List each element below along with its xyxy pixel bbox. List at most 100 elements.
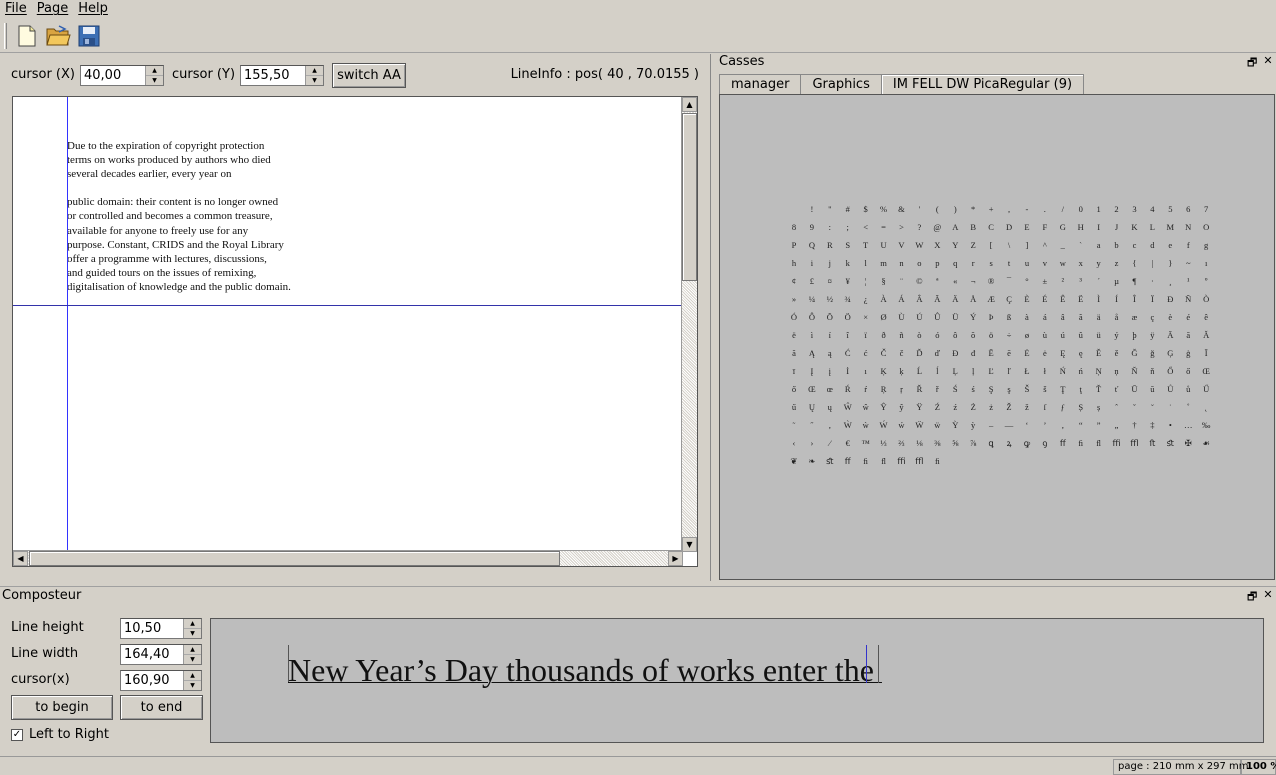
tab-manager[interactable]: manager (719, 74, 802, 94)
glyph-cell[interactable]: ¬ (964, 272, 982, 290)
glyph-cell[interactable]: ē (1000, 344, 1018, 362)
glyph-cell[interactable]: ê (1197, 308, 1215, 326)
glyph-cell[interactable]: Ą (803, 344, 821, 362)
glyph-cell[interactable]: ﬀ (839, 452, 857, 470)
glyph-cell[interactable]: § (875, 272, 893, 290)
glyph-cell[interactable]: ų (821, 398, 839, 416)
glyph-cell[interactable]: " (821, 200, 839, 218)
glyph-cell[interactable]: ş (1000, 380, 1018, 398)
glyph-cell[interactable]: ˛ (1197, 398, 1215, 416)
cursor-y-spinbox[interactable]: 155,50 ▲ ▼ (240, 65, 324, 86)
glyph-cell[interactable]: ¥ (839, 272, 857, 290)
vertical-scroll-thumb[interactable] (682, 113, 697, 281)
glyph-cell[interactable]: Ě (1090, 344, 1108, 362)
glyph-cell[interactable]: ï (857, 326, 875, 344)
glyph-cell[interactable]: ù (1036, 326, 1054, 344)
glyph-cell[interactable]: ì (803, 326, 821, 344)
glyph-cell[interactable]: € (839, 434, 857, 452)
glyph-cell[interactable]: # (839, 200, 857, 218)
glyph-cell[interactable]: Ű (1197, 380, 1215, 398)
glyph-cell[interactable]: © (910, 272, 928, 290)
glyph-cell[interactable]: ü (1090, 326, 1108, 344)
glyph-cell[interactable]: Ș (1072, 398, 1090, 416)
glyph-cell[interactable]: î (839, 326, 857, 344)
glyph-cell[interactable]: † (1126, 416, 1144, 434)
menu-page[interactable]: Page (32, 0, 73, 18)
glyph-cell[interactable]: ﬆ (821, 452, 839, 470)
glyph-cell[interactable]: 3 (1126, 200, 1144, 218)
glyph-cell[interactable]: ö (982, 326, 1000, 344)
glyph-cell[interactable]: „ (1108, 416, 1126, 434)
glyph-cell[interactable]: Ņ (1090, 362, 1108, 380)
glyph-cell[interactable]: v (1036, 254, 1054, 272)
glyph-cell[interactable]: ’ (1036, 416, 1054, 434)
glyph-cell[interactable]: ř (928, 380, 946, 398)
glyph-cell[interactable]: f (1179, 236, 1197, 254)
glyph-cell[interactable]: ½ (821, 290, 839, 308)
glyph-cell[interactable]: Ļ (946, 362, 964, 380)
glyph-cell[interactable]: Ò (1197, 290, 1215, 308)
glyph-cell[interactable]: ú (1054, 326, 1072, 344)
menu-help[interactable]: Help (73, 0, 113, 18)
glyph-cell[interactable]: ŵ (857, 398, 875, 416)
glyph-cell[interactable]: ꝗ (982, 434, 1000, 452)
glyph-cell[interactable]: 4 (1143, 200, 1161, 218)
glyph-cell[interactable]: : (821, 218, 839, 236)
glyph-cell[interactable] (1054, 452, 1072, 470)
glyph-cell[interactable]: Ç (1000, 290, 1018, 308)
spin-down-icon[interactable]: ▼ (184, 629, 201, 638)
glyph-cell[interactable]: e (1161, 236, 1179, 254)
tab-font-case[interactable]: IM FELL DW PicaRegular (9) (880, 74, 1085, 94)
composteur-cursor-x-spinbox[interactable]: 160,90 ▲ ▼ (120, 670, 202, 691)
open-button[interactable] (44, 22, 72, 50)
glyph-cell[interactable]: Z (964, 236, 982, 254)
glyph-cell[interactable]: , (1000, 200, 1018, 218)
scroll-up-icon[interactable]: ▲ (682, 97, 697, 112)
glyph-cell[interactable]: Ĺ (910, 362, 928, 380)
glyph-cell[interactable]: Ó (785, 308, 803, 326)
ltr-checkbox[interactable]: ✓ (11, 729, 23, 741)
glyph-cell[interactable]: Ŵ (839, 398, 857, 416)
glyph-cell[interactable]: æ (1126, 308, 1144, 326)
save-button[interactable] (75, 22, 103, 50)
glyph-cell[interactable]: Œ (803, 380, 821, 398)
glyph-cell[interactable]: · (1143, 272, 1161, 290)
glyph-cell[interactable]: ‘ (1018, 416, 1036, 434)
glyph-cell[interactable]: M (1161, 218, 1179, 236)
glyph-cell[interactable]: ‚ (1054, 416, 1072, 434)
glyph-cell[interactable]: ] (1018, 236, 1036, 254)
glyph-cell[interactable]: ů (1179, 380, 1197, 398)
glyph-cell[interactable]: Ā (1161, 326, 1179, 344)
glyph-cell[interactable]: + (982, 200, 1000, 218)
glyph-cell[interactable]: Ỳ (946, 416, 964, 434)
glyph-cell[interactable]: É (1036, 290, 1054, 308)
glyph-cell[interactable]: Â (910, 290, 928, 308)
glyph-cell[interactable]: c (1126, 236, 1144, 254)
glyph-cell[interactable]: 8 (785, 218, 803, 236)
scroll-down-icon[interactable]: ▼ (682, 537, 697, 552)
glyph-cell[interactable]: ø (1018, 326, 1036, 344)
glyph-cell[interactable]: R (821, 236, 839, 254)
glyph-cell[interactable]: ¢ (785, 272, 803, 290)
glyph-cell[interactable] (1090, 452, 1108, 470)
glyph-cell[interactable]: ã (1072, 308, 1090, 326)
glyph-cell[interactable]: Ø (875, 308, 893, 326)
glyph-cell[interactable]: ẁ (857, 416, 875, 434)
glyph-cell[interactable]: Ś (946, 380, 964, 398)
glyph-cell[interactable]: - (1018, 200, 1036, 218)
glyph-cell[interactable]: Ý (964, 308, 982, 326)
glyph-cell[interactable] (1179, 452, 1197, 470)
glyph-cell[interactable]: ő (785, 380, 803, 398)
glyph-cell[interactable]: Ţ (1054, 380, 1072, 398)
glyph-cell[interactable]: $ (857, 200, 875, 218)
glyph-cell[interactable]: Ŗ (875, 380, 893, 398)
glyph-cell[interactable]: Á (893, 290, 911, 308)
glyph-cell[interactable]: ❧ (803, 452, 821, 470)
glyph-cell[interactable] (1161, 452, 1179, 470)
glyph-cell[interactable]: ć (857, 344, 875, 362)
glyph-cell[interactable]: Y (946, 236, 964, 254)
glyph-cell[interactable]: ˘ (1143, 398, 1161, 416)
glyph-cell[interactable]: Ŕ (839, 380, 857, 398)
glyph-cell[interactable]: ţ (1072, 380, 1090, 398)
glyph-cell[interactable]: â (1054, 308, 1072, 326)
